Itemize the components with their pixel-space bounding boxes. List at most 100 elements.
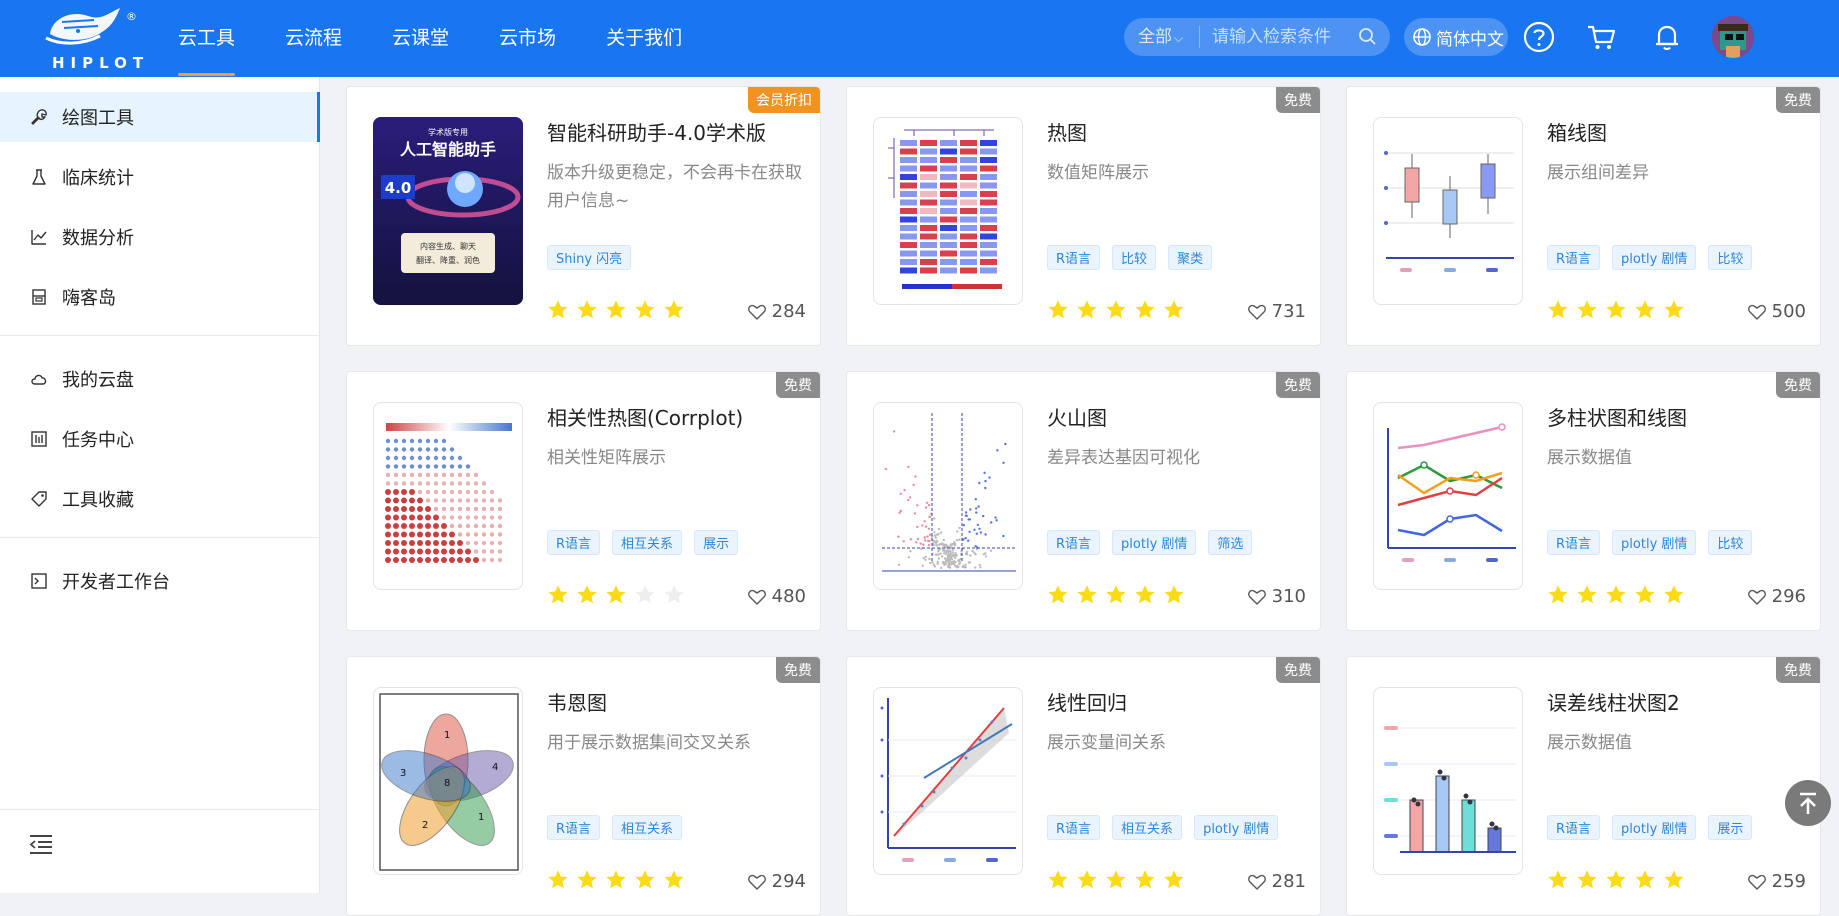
tool-tag[interactable]: R语言	[1547, 815, 1601, 840]
sidebar-item-task-center[interactable]: 任务中心	[0, 414, 320, 464]
tool-card-linear-regression[interactable]: 线性回归 展示变量间关系 R语言 相互关系 plotly 剧情 281 免费	[846, 656, 1321, 916]
like-count[interactable]: 296	[1747, 586, 1806, 607]
nav-cloud-classroom[interactable]: 云课堂	[392, 0, 449, 77]
tool-title[interactable]: 相关性热图(Corrplot)	[547, 402, 743, 431]
tool-tag[interactable]: R语言	[1047, 245, 1101, 270]
tool-thumbnail	[1373, 402, 1523, 590]
tool-title[interactable]: 误差线柱状图2	[1547, 687, 1680, 716]
tool-title[interactable]: 热图	[1047, 117, 1087, 146]
sidebar-divider	[0, 809, 320, 810]
tool-tag[interactable]: 相互关系	[1112, 815, 1183, 840]
bell-icon[interactable]	[1650, 20, 1684, 54]
tool-title[interactable]: 多柱状图和线图	[1547, 402, 1687, 431]
tool-title[interactable]: 智能科研助手-4.0学术版	[547, 117, 766, 146]
sidebar-item-hacker-island[interactable]: 嗨客岛	[0, 272, 320, 322]
search-icon[interactable]	[1358, 27, 1378, 47]
like-count[interactable]: 480	[747, 586, 806, 607]
tool-tag[interactable]: R语言	[1047, 815, 1101, 840]
heart-icon	[1247, 589, 1266, 605]
sidebar-item-my-cloud-drive[interactable]: 我的云盘	[0, 354, 320, 404]
tool-tag[interactable]: R语言	[1547, 530, 1601, 555]
like-count[interactable]: 284	[747, 301, 806, 322]
star-filled-icon	[664, 300, 684, 319]
tool-tag[interactable]: 筛选	[1208, 530, 1253, 555]
tool-card-multi-bar-line[interactable]: 多柱状图和线图 展示数据值 R语言 plotly 剧情 比较 296 免费	[1346, 371, 1821, 631]
hiplot-logo[interactable]: ® HIPLOT	[22, 4, 144, 72]
tool-card-boxplot[interactable]: 箱线图 展示组间差异 R语言 plotly 剧情 比较 500 免费	[1346, 86, 1821, 346]
like-count[interactable]: 310	[1247, 586, 1306, 607]
tool-thumbnail	[1373, 117, 1523, 305]
nav-cloud-workflow[interactable]: 云流程	[285, 0, 342, 77]
help-icon[interactable]	[1522, 20, 1556, 54]
tool-tag[interactable]: 展示	[1708, 815, 1753, 840]
nav-about-us[interactable]: 关于我们	[606, 0, 682, 77]
tool-title[interactable]: 韦恩图	[547, 687, 607, 716]
like-count[interactable]: 294	[747, 871, 806, 892]
tool-title[interactable]: 线性回归	[1047, 687, 1127, 716]
tool-tag[interactable]: 比较	[1708, 245, 1753, 270]
scroll-to-top-button[interactable]	[1785, 780, 1831, 826]
free-badge: 免费	[1276, 372, 1320, 398]
tool-tag[interactable]: plotly 剧情	[1612, 245, 1697, 270]
tool-tag[interactable]: 聚类	[1168, 245, 1213, 270]
ai-assistant-poster: 学术版专用 人工智能助手 4.0 内容生成、聊天 翻译、降重、润色	[373, 117, 523, 305]
tool-card-heatmap[interactable]: 热图 数值矩阵展示 R语言 比较 聚类 731 免费	[846, 86, 1321, 346]
task-list-icon	[31, 431, 47, 447]
tool-card-corrplot[interactable]: 相关性热图(Corrplot) 相关性矩阵展示 R语言 相互关系 展示 480 …	[346, 371, 821, 631]
like-count-value: 294	[771, 871, 806, 892]
search-input[interactable]	[1212, 27, 1362, 47]
sidebar-item-developer-workbench[interactable]: 开发者工作台	[0, 556, 320, 606]
like-count[interactable]: 281	[1247, 871, 1306, 892]
sidebar-item-drawing-tools[interactable]: 绘图工具	[0, 92, 320, 142]
star-filled-icon	[1106, 870, 1126, 889]
collapse-sidebar-icon[interactable]	[28, 833, 54, 855]
tool-tag[interactable]: 比较	[1112, 245, 1157, 270]
tool-card-volcano-plot[interactable]: 火山图 差异表达基因可视化 R语言 plotly 剧情 筛选 310 免费	[846, 371, 1321, 631]
tool-tag[interactable]: R语言	[1547, 245, 1601, 270]
line-chart-icon	[31, 230, 47, 245]
nav-cloud-tools[interactable]: 云工具	[178, 0, 236, 77]
tool-tag[interactable]: 比较	[1708, 530, 1753, 555]
tool-title[interactable]: 箱线图	[1547, 117, 1607, 146]
poster-feature-line-1: 内容生成、聊天	[420, 241, 476, 251]
tool-card-ai-assistant[interactable]: 学术版专用 人工智能助手 4.0 内容生成、聊天 翻译、降重、润色 智能科研助手…	[346, 86, 821, 346]
tool-tag[interactable]: plotly 剧情	[1612, 530, 1697, 555]
like-count-value: 500	[1771, 301, 1806, 322]
heart-icon	[1247, 304, 1266, 320]
tool-title[interactable]: 火山图	[1047, 402, 1107, 431]
star-filled-icon	[1606, 870, 1626, 889]
like-count[interactable]: 731	[1247, 301, 1306, 322]
tool-tag[interactable]: plotly 剧情	[1194, 815, 1279, 840]
cart-icon[interactable]	[1584, 20, 1618, 54]
tool-tag[interactable]: R语言	[1047, 530, 1101, 555]
free-badge: 免费	[1276, 87, 1320, 113]
star-filled-icon	[1135, 870, 1155, 889]
user-avatar[interactable]	[1712, 16, 1754, 58]
search-scope-select[interactable]: 全部 ⌵	[1124, 26, 1200, 48]
tool-tag[interactable]: 展示	[694, 530, 739, 555]
tool-tag[interactable]: plotly 剧情	[1112, 530, 1197, 555]
star-filled-icon	[1635, 585, 1655, 604]
sidebar-item-clinical-stats[interactable]: 临床统计	[0, 152, 320, 202]
tool-description: 展示变量间关系	[1047, 733, 1166, 753]
tool-tag[interactable]: R语言	[547, 815, 601, 840]
cloud-icon	[31, 374, 47, 385]
tool-tag[interactable]: plotly 剧情	[1612, 815, 1697, 840]
tool-tag[interactable]: R语言	[547, 530, 601, 555]
tool-card-venn-diagram[interactable]: 1 4 1 2 3 8 韦恩图 用于展示数据集间交叉关系 R语言 相互关系 29…	[346, 656, 821, 916]
language-switcher[interactable]: 简体中文	[1404, 18, 1508, 56]
like-count[interactable]: 259	[1747, 871, 1806, 892]
tool-card-error-bar-chart[interactable]: 误差线柱状图2 展示数据值 R语言 plotly 剧情 展示 259 免费	[1346, 656, 1821, 916]
tool-tag[interactable]: 相互关系	[612, 815, 683, 840]
sidebar-item-data-analysis[interactable]: 数据分析	[0, 212, 320, 262]
tool-tag[interactable]: Shiny 闪亮	[547, 245, 632, 270]
like-count[interactable]: 500	[1747, 301, 1806, 322]
svg-text:®: ®	[126, 10, 137, 23]
tool-tag[interactable]: 相互关系	[612, 530, 683, 555]
tool-description: 展示组间差异	[1547, 163, 1649, 183]
sidebar-item-tool-favorites[interactable]: 工具收藏	[0, 474, 320, 524]
like-count-value: 296	[1771, 586, 1806, 607]
nav-cloud-market[interactable]: 云市场	[499, 0, 556, 77]
venn-count: 4	[492, 762, 498, 773]
star-filled-icon	[1164, 300, 1184, 319]
